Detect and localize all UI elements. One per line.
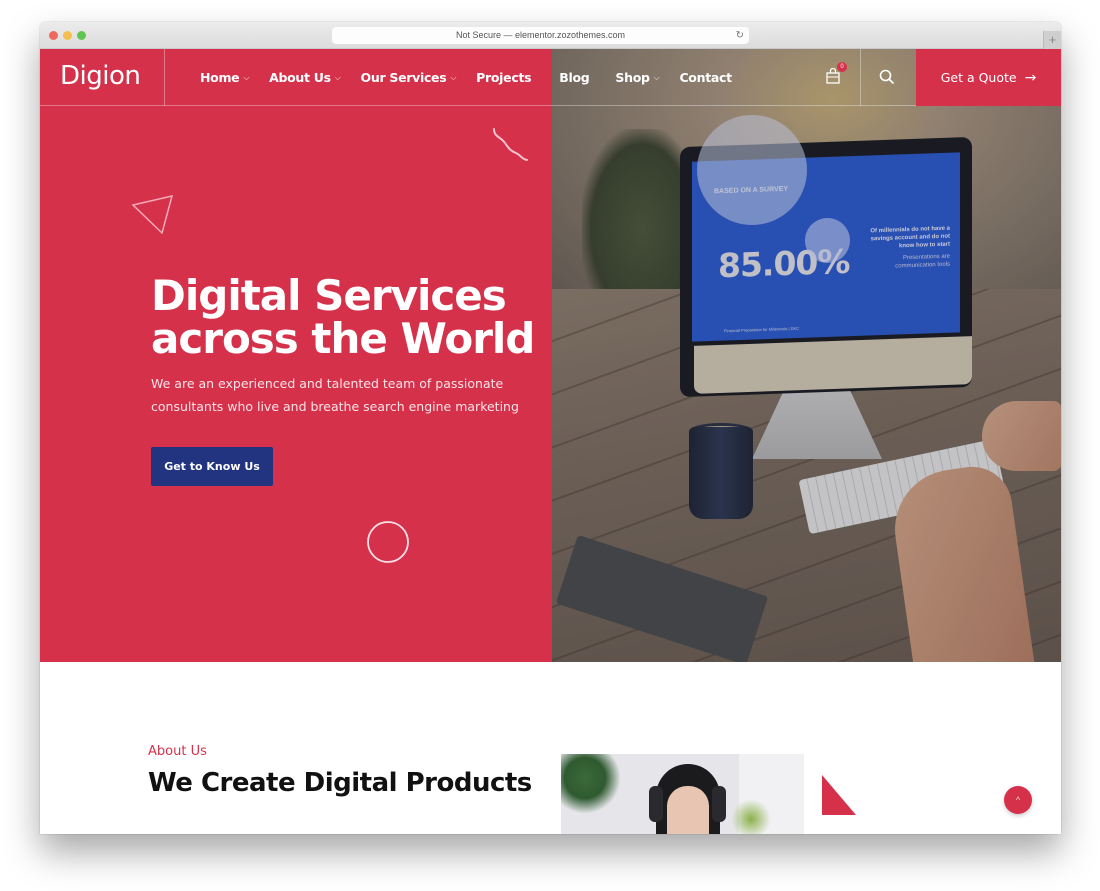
about-photo [561, 754, 804, 834]
hero-title: Digital Services across the World [151, 271, 535, 363]
chevron-down-icon: ⌵ [653, 72, 660, 82]
arrow-right-icon: → [1024, 69, 1037, 86]
nav-item-about-us[interactable]: About Us ⌵ [269, 70, 341, 85]
triangle-decoration-icon [822, 775, 856, 815]
about-section-title: We Create Digital Products [148, 768, 532, 798]
nav-label: Contact [679, 70, 732, 85]
reload-icon[interactable]: ↻ [736, 27, 744, 44]
minimize-window-button[interactable] [63, 31, 72, 40]
nav-item-shop[interactable]: Shop ⌵ [615, 70, 659, 85]
close-window-button[interactable] [49, 31, 58, 40]
url-text: Not Secure — elementor.zozothemes.com [455, 30, 626, 40]
nav-item-blog[interactable]: Blog [559, 70, 589, 85]
nav-label: Shop [615, 70, 650, 85]
hero-photo: BASED ON A SURVEY 85.00% Of millennials … [552, 49, 1061, 662]
header-divider [164, 49, 165, 106]
nav-item-home[interactable]: Home ⌵ [200, 70, 249, 85]
nav-label: Blog [559, 70, 590, 85]
photo-headphone [712, 786, 726, 822]
hero-title-line-2: across the World [151, 314, 535, 363]
browser-titlebar: Not Secure — elementor.zozothemes.com ↻ … [40, 22, 1061, 49]
nav-item-our-services[interactable]: Our Services ⌵ [361, 70, 457, 85]
site-header: Digion Home ⌵ About Us ⌵ Our Services ⌵ … [40, 49, 1061, 106]
maximize-window-button[interactable] [77, 31, 86, 40]
photo-person-face [667, 786, 709, 834]
new-tab-button[interactable]: + [1043, 31, 1061, 49]
photo-plant [731, 799, 771, 834]
main-nav: Home ⌵ About Us ⌵ Our Services ⌵ Project… [200, 49, 752, 106]
about-section-label: About Us [148, 744, 207, 759]
header-divider [860, 49, 861, 106]
address-bar[interactable]: Not Secure — elementor.zozothemes.com ↻ [332, 27, 749, 44]
chevron-down-icon: ⌵ [450, 72, 457, 82]
triangle-outline-decoration-icon [131, 194, 174, 235]
hero-title-line-1: Digital Services [151, 271, 507, 320]
nav-item-projects[interactable]: Projects [476, 70, 531, 85]
scroll-to-top-button[interactable]: ^ [1004, 786, 1032, 814]
site-logo[interactable]: Digion [60, 61, 141, 91]
nav-label: Our Services [360, 70, 447, 85]
nav-label: Home [200, 70, 240, 85]
cart-count-badge: 0 [837, 62, 847, 72]
chevron-down-icon: ⌵ [243, 72, 250, 82]
search-icon[interactable] [879, 69, 895, 85]
chevron-down-icon: ⌵ [334, 72, 341, 82]
squiggle-decoration-icon [493, 128, 528, 161]
photo-headphone [649, 786, 663, 822]
photo-plant [561, 754, 621, 814]
hero-subtitle: We are an experienced and talented team … [151, 376, 519, 414]
nav-item-contact[interactable]: Contact [679, 70, 732, 85]
button-label: Get a Quote [940, 70, 1017, 85]
circle-outline-decoration-icon [367, 521, 409, 563]
web-page: BASED ON A SURVEY 85.00% Of millennials … [40, 49, 1061, 834]
photo-dark-overlay [552, 49, 1061, 662]
nav-label: Projects [476, 70, 532, 85]
nav-label: About Us [269, 70, 331, 85]
get-to-know-us-button[interactable]: Get to Know Us [151, 447, 273, 486]
get-a-quote-button[interactable]: Get a Quote → [916, 49, 1061, 106]
browser-window: Not Secure — elementor.zozothemes.com ↻ … [40, 22, 1061, 834]
